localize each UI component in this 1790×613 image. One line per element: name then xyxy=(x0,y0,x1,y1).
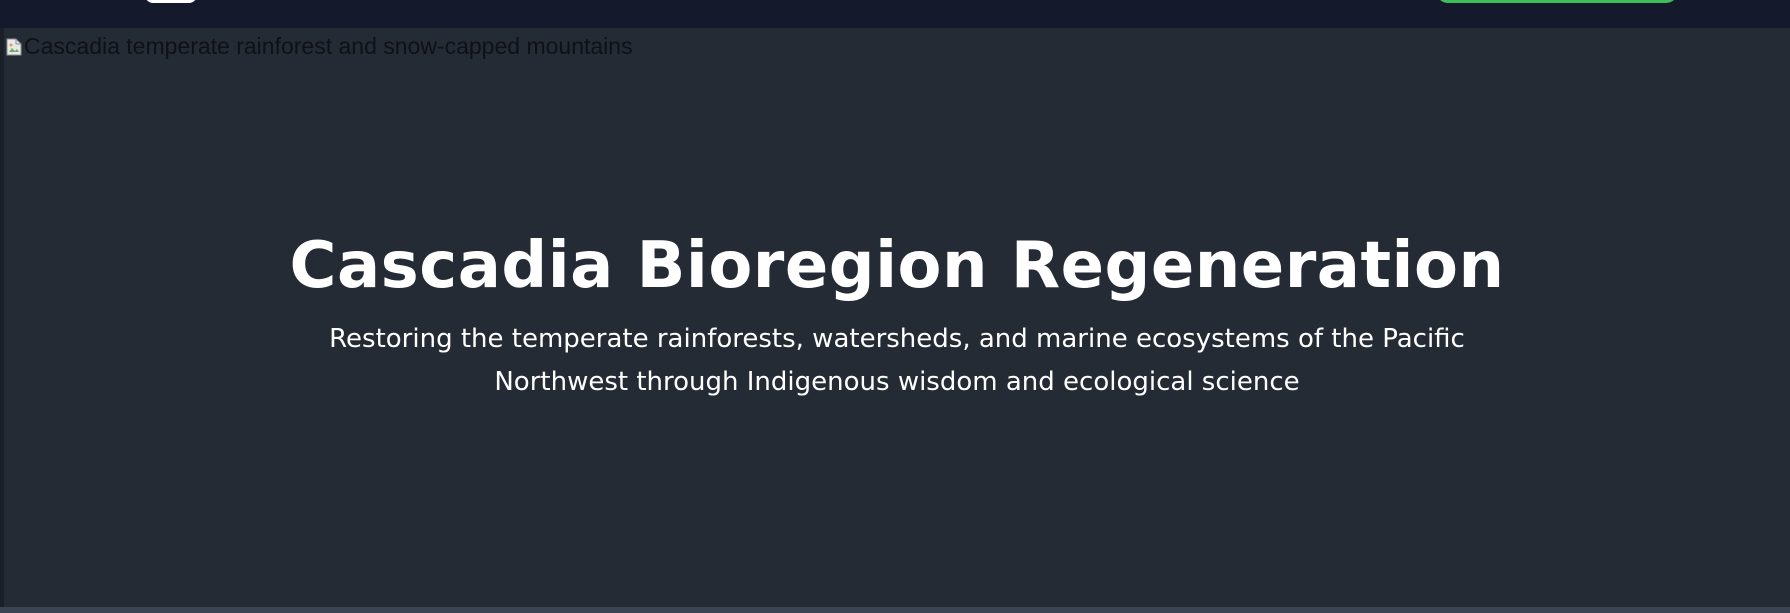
hero-image-alt-text: Cascadia temperate rainforest and snow-c… xyxy=(24,33,633,59)
site-logo[interactable] xyxy=(145,0,197,3)
broken-image-icon xyxy=(6,35,22,56)
hero-title: Cascadia Bioregion Regeneration xyxy=(289,229,1505,303)
hero-content: Cascadia Bioregion Regeneration Restorin… xyxy=(4,226,1790,404)
section-divider xyxy=(0,607,1790,613)
hero-section: Cascadia temperate rainforest and snow-c… xyxy=(4,28,1790,607)
hero-subtitle: Restoring the temperate rainforests, wat… xyxy=(329,324,1465,397)
nav-cta-button[interactable] xyxy=(1436,0,1678,3)
top-nav-bar xyxy=(0,0,1790,28)
hero-image: Cascadia temperate rainforest and snow-c… xyxy=(6,33,633,59)
